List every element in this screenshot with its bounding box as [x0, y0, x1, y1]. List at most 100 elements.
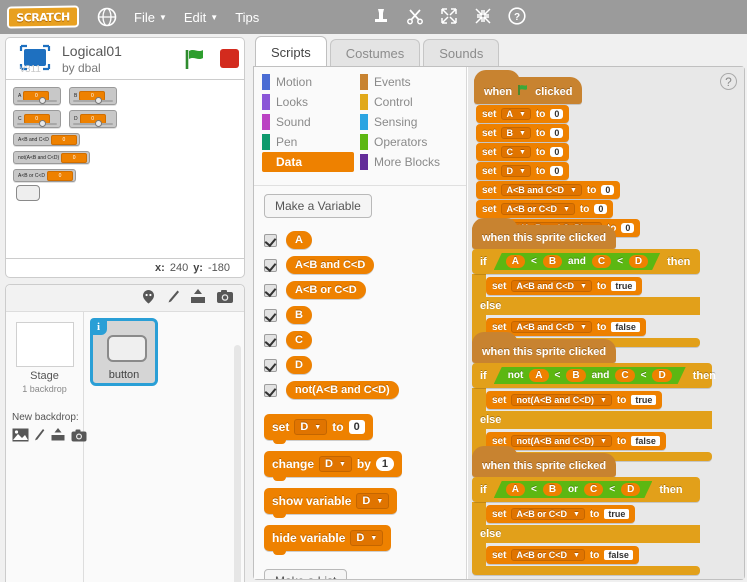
- set-value-input[interactable]: true: [604, 509, 630, 519]
- stage[interactable]: A 0 B 0 C 0 D 0 A<B and C<D 0 not(A<B an…: [5, 79, 245, 259]
- set-variable-dropdown[interactable]: A<B or C<D ▼: [511, 508, 585, 520]
- set-block-c[interactable]: set C ▼ to 0: [476, 143, 570, 161]
- menu-edit[interactable]: Edit ▼: [184, 10, 218, 25]
- scissors-icon[interactable]: [406, 7, 424, 28]
- scripts-canvas[interactable]: ? when clicked set A ▼ to 0 set B ▼ to 0…: [468, 67, 744, 579]
- hide-variable-block[interactable]: hide variable D ▼: [264, 525, 392, 555]
- watcher-or[interactable]: A<B or C<D 0: [13, 169, 76, 182]
- category-more-blocks[interactable]: More Blocks: [360, 152, 460, 172]
- green-flag-icon[interactable]: [183, 48, 209, 73]
- scratch-logo[interactable]: SCRATCH: [7, 5, 79, 29]
- set-value-input[interactable]: 0: [550, 166, 564, 176]
- script-not-and-test[interactable]: when this sprite clicked if not A < B an…: [472, 332, 716, 461]
- variable-checkbox-a-and[interactable]: [264, 258, 277, 272]
- set-value-input[interactable]: 0: [348, 420, 365, 434]
- menu-tips[interactable]: Tips: [235, 10, 259, 25]
- variable-checkbox-not[interactable]: [264, 383, 277, 397]
- set-value-input[interactable]: false: [604, 550, 633, 560]
- watcher-c-slider[interactable]: [17, 120, 57, 127]
- paint-backdrop-icon[interactable]: [34, 428, 45, 445]
- show-variable-block[interactable]: show variable D ▼: [264, 488, 398, 518]
- menu-file[interactable]: File ▼: [134, 10, 167, 25]
- variable-checkbox-c[interactable]: [264, 333, 277, 347]
- set-value-input[interactable]: false: [611, 322, 640, 332]
- set-value-input[interactable]: 0: [550, 147, 564, 157]
- operand-d[interactable]: D: [621, 483, 640, 496]
- variable-block-d[interactable]: D: [286, 356, 312, 374]
- if-condition-bar[interactable]: if A < B or C < D then: [472, 477, 700, 502]
- watcher-b[interactable]: B 0: [69, 87, 117, 105]
- when-green-flag-clicked-hat[interactable]: when clicked: [474, 70, 583, 104]
- set-variable-dropdown[interactable]: A ▼: [501, 108, 531, 120]
- if-condition-bar[interactable]: if not A < B and C < D then: [472, 363, 716, 388]
- variable-block-a-or[interactable]: A<B or C<D: [286, 281, 366, 299]
- set-block-then[interactable]: set A<B and C<D ▼ to true: [486, 277, 643, 295]
- operand-a[interactable]: A: [506, 255, 525, 268]
- variable-block-a-and[interactable]: A<B and C<D: [286, 256, 375, 274]
- set-value-input[interactable]: false: [631, 436, 660, 446]
- set-variable-dropdown[interactable]: A<B and C<D ▼: [501, 184, 582, 196]
- set-variable-block[interactable]: set D ▼ to 0: [264, 414, 373, 444]
- operand-a[interactable]: A: [529, 369, 548, 382]
- set-variable-dropdown[interactable]: A<B and C<D ▼: [511, 321, 592, 333]
- set-variable-dropdown[interactable]: C ▼: [501, 146, 531, 158]
- variable-block-b[interactable]: B: [286, 306, 312, 324]
- category-looks[interactable]: Looks: [262, 92, 354, 112]
- category-events[interactable]: Events: [360, 72, 460, 92]
- set-variable-dropdown[interactable]: A<B or C<D ▼: [501, 203, 575, 215]
- tab-costumes[interactable]: Costumes: [329, 39, 421, 67]
- operand-b[interactable]: B: [543, 483, 562, 496]
- sprite-card-button[interactable]: i button: [90, 318, 158, 386]
- if-else-block[interactable]: if A < B or C < D then set A<B or C<D ▼ …: [472, 477, 700, 575]
- variable-checkbox-a[interactable]: [264, 233, 277, 247]
- set-value-input[interactable]: true: [611, 281, 637, 291]
- make-a-variable-button[interactable]: Make a Variable: [264, 194, 372, 218]
- choose-backdrop-icon[interactable]: [12, 428, 29, 445]
- watcher-d-slider[interactable]: [73, 120, 113, 127]
- watcher-and[interactable]: A<B and C<D 0: [13, 133, 80, 146]
- upload-sprite-icon[interactable]: [189, 288, 207, 308]
- shrink-icon[interactable]: [474, 7, 492, 28]
- change-variable-dropdown[interactable]: D ▼: [319, 456, 352, 472]
- script-initialize[interactable]: when clicked set A ▼ to 0 set B ▼ to 0 s…: [474, 70, 641, 237]
- set-value-input[interactable]: 0: [550, 128, 564, 138]
- camera-sprite-icon[interactable]: [216, 289, 234, 307]
- category-motion[interactable]: Motion: [262, 72, 354, 92]
- operand-d[interactable]: D: [652, 369, 671, 382]
- category-pen[interactable]: Pen: [262, 132, 354, 152]
- category-sound[interactable]: Sound: [262, 112, 354, 132]
- operand-a[interactable]: A: [506, 483, 525, 496]
- set-block-then[interactable]: set not(A<B and C<D) ▼ to true: [486, 391, 663, 409]
- or-operator-block[interactable]: A < B or C < D: [494, 481, 653, 498]
- set-block-or[interactable]: set A<B or C<D ▼ to 0: [476, 200, 614, 218]
- category-data[interactable]: Data: [262, 152, 354, 172]
- variable-checkbox-d[interactable]: [264, 358, 277, 372]
- operand-b[interactable]: B: [543, 255, 562, 268]
- upload-backdrop-icon[interactable]: [50, 428, 66, 445]
- script-or-test[interactable]: when this sprite clicked if A < B or C <…: [472, 446, 700, 575]
- set-block-b[interactable]: set B ▼ to 0: [476, 124, 570, 142]
- when-sprite-clicked-hat[interactable]: when this sprite clicked: [472, 218, 617, 249]
- operand-d[interactable]: D: [629, 255, 648, 268]
- operand-c[interactable]: C: [592, 255, 611, 268]
- watcher-c[interactable]: C 0: [13, 110, 61, 128]
- paint-sprite-icon[interactable]: [166, 289, 180, 308]
- sprite-list-scrollbar[interactable]: [234, 345, 241, 582]
- variable-block-not[interactable]: not(A<B and C<D): [286, 381, 399, 399]
- variable-block-a[interactable]: A: [286, 231, 312, 249]
- variable-checkbox-a-or[interactable]: [264, 283, 277, 297]
- set-block-else[interactable]: set A<B or C<D ▼ to false: [486, 546, 639, 564]
- variable-block-c[interactable]: C: [286, 331, 312, 349]
- watcher-a[interactable]: A 0: [13, 87, 61, 105]
- watcher-not[interactable]: not(A<B and C<D) 0: [13, 151, 91, 164]
- sprite-info-badge[interactable]: i: [90, 318, 107, 335]
- help-icon[interactable]: ?: [508, 7, 526, 28]
- choose-sprite-icon[interactable]: [140, 289, 157, 308]
- watcher-a-slider[interactable]: [17, 97, 57, 104]
- show-variable-dropdown[interactable]: D ▼: [356, 493, 390, 509]
- watcher-d[interactable]: D 0: [69, 110, 117, 128]
- tab-scripts[interactable]: Scripts: [255, 36, 327, 67]
- globe-icon[interactable]: [97, 7, 117, 27]
- operand-b[interactable]: B: [566, 369, 585, 382]
- set-value-input[interactable]: 0: [601, 185, 615, 195]
